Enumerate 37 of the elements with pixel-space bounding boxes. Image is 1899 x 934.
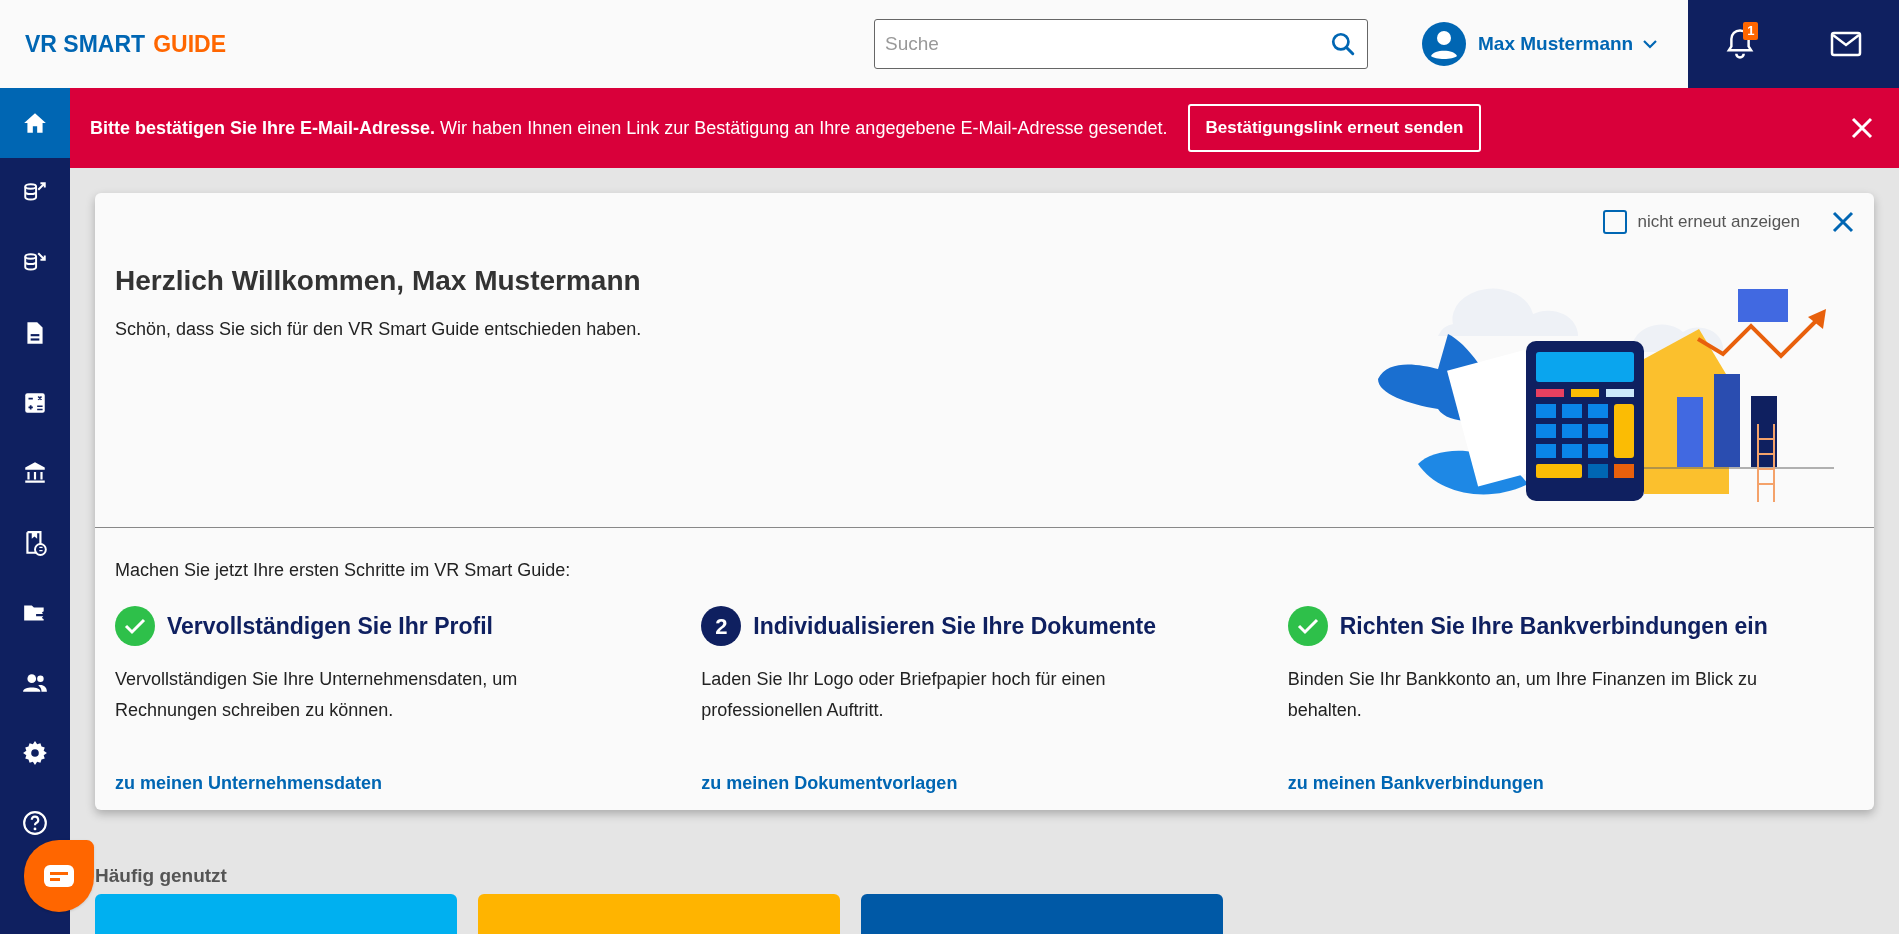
section-title: Häufig genutzt (95, 863, 228, 888)
welcome-title: Herzlich Willkommen, Max Mustermann (115, 264, 642, 298)
logo-text[interactable]: VR SMART (25, 26, 146, 62)
chevron-down-icon (1643, 39, 1658, 49)
step-description: Laden Sie Ihr Logo oder Briefpapier hoch für einen professionellen Auftritt. (701, 668, 1107, 722)
step-number: 2 (701, 606, 742, 646)
avatar-icon[interactable] (1422, 22, 1466, 66)
shortcut-tile[interactable] (95, 894, 457, 934)
notification-bell-icon[interactable] (1725, 28, 1756, 60)
mail-icon[interactable] (1829, 31, 1862, 57)
banner-message: Bitte bestätigen Sie Ihre E-Mail-Adresse. Wir haben Ihnen einen Link zur Bestätigung an Ihre angegebene E-Mail-Adresse gesendet. (90, 116, 1168, 140)
calculator-icon (22, 390, 48, 416)
help-icon (22, 810, 48, 836)
chat-icon (44, 865, 74, 887)
bank-icon (22, 460, 48, 486)
step-description: Binden Sie Ihr Bankkonto an, um Ihre Finanzen im Blick zu behalten. (1287, 668, 1758, 722)
welcome-subtitle: Schön, dass Sie sich für den VR Smart Guide entschieden haben. (115, 318, 642, 341)
settings-icon (22, 740, 48, 766)
checkbox-label: nicht erneut anzeigen (1637, 211, 1800, 233)
chat-button[interactable] (24, 840, 94, 912)
search-field[interactable]: Suche (874, 19, 1368, 69)
search-icon[interactable] (1330, 31, 1356, 57)
step-link[interactable]: zu meinen Dokumentvorlagen (701, 770, 958, 797)
step-link[interactable]: zu meinen Bankverbindungen (1287, 770, 1544, 797)
step-title: Vervollständigen Sie Ihr Profil (167, 611, 493, 641)
steps-intro: Machen Sie jetzt Ihre ersten Schritte im VR Smart Guide: (114, 559, 572, 582)
step-description: Vervollständigen Sie Ihre Unternehmensdaten, um Rechnungen schreiben zu können. (115, 668, 519, 722)
notification-count: 1 (1743, 22, 1759, 40)
step-title: Richten Sie Ihre Bankverbindungen ein (1339, 611, 1768, 641)
shortcut-tile[interactable] (478, 894, 840, 934)
step-link[interactable]: zu meinen Unternehmensdaten (115, 770, 383, 797)
resend-link-button[interactable]: Bestätigungslink erneut senden (1187, 104, 1482, 152)
step-title: Individualisieren Sie Ihre Dokumente (753, 611, 1156, 641)
shortcut-tile[interactable] (861, 894, 1223, 934)
checkbox[interactable] (1603, 209, 1628, 234)
user-menu[interactable]: Max Mustermann (1478, 29, 1658, 59)
close-icon[interactable] (1832, 210, 1854, 233)
